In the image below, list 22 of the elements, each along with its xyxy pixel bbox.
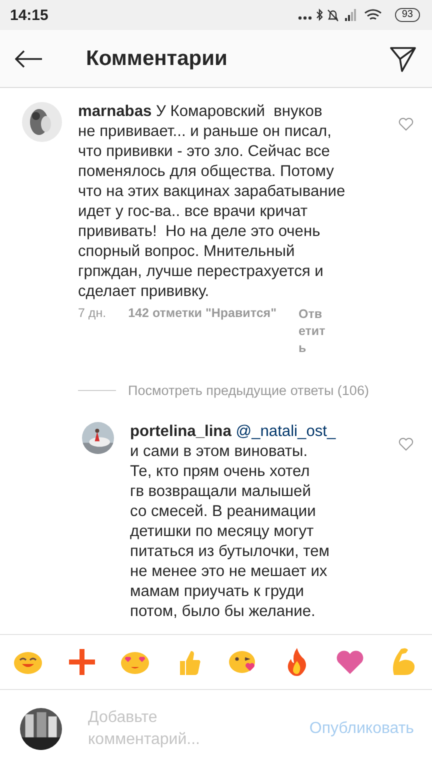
like-heart-icon[interactable] xyxy=(398,436,414,452)
status-time: 14:15 xyxy=(10,6,48,24)
publish-button[interactable]: Опубликовать xyxy=(309,720,414,738)
kissing-face-icon xyxy=(228,649,258,675)
reply-link[interactable]: Ответить xyxy=(298,306,328,357)
like-heart-icon[interactable] xyxy=(398,116,414,132)
heart-icon xyxy=(335,649,366,675)
username-link[interactable]: marnabas xyxy=(78,103,152,120)
page-title: Комментарии xyxy=(86,46,228,70)
comment-age: 7 дн. xyxy=(78,306,106,320)
username-link[interactable]: portelina_lina xyxy=(130,423,232,440)
mention-link[interactable]: @_natali_ost_ xyxy=(236,423,336,440)
battery-level: 93 xyxy=(394,8,420,22)
comment-input[interactable]: Добавьте комментарий... xyxy=(86,705,236,753)
comment-text: portelina_lina @_natali_ost_ и сами в этом виноваты. Те, кто прям очень хотел гв возвращали малышей со смесей. В реанимации детишки по месяцу могут питаться из бутылочки, тем не менее это не мешает их мамам приучать к груди потом, было бы желание. xyxy=(130,422,337,622)
fire-icon xyxy=(286,647,308,677)
heart-eyes-face-icon xyxy=(120,649,150,675)
likes-count[interactable]: 142 отметки "Нравится" xyxy=(128,306,276,320)
laughing-face-icon xyxy=(13,649,43,675)
comment-text: marnabas У Комаровский внуков не прививает... и раньше он писал, что прививки - это зло. Сейчас все поменялось для общества. Потому что на этих вакцинах зарабатывание идет у гос-ва.. все врачи кричат прививать! Но на деле это очень спорный вопрос. Мнительный грпждан, лучше перестрахуется и сделает прививку. xyxy=(78,102,346,302)
view-replies-link[interactable]: Посмотреть предыдущие ответы (106) xyxy=(128,383,369,398)
plus-icon xyxy=(66,647,97,677)
